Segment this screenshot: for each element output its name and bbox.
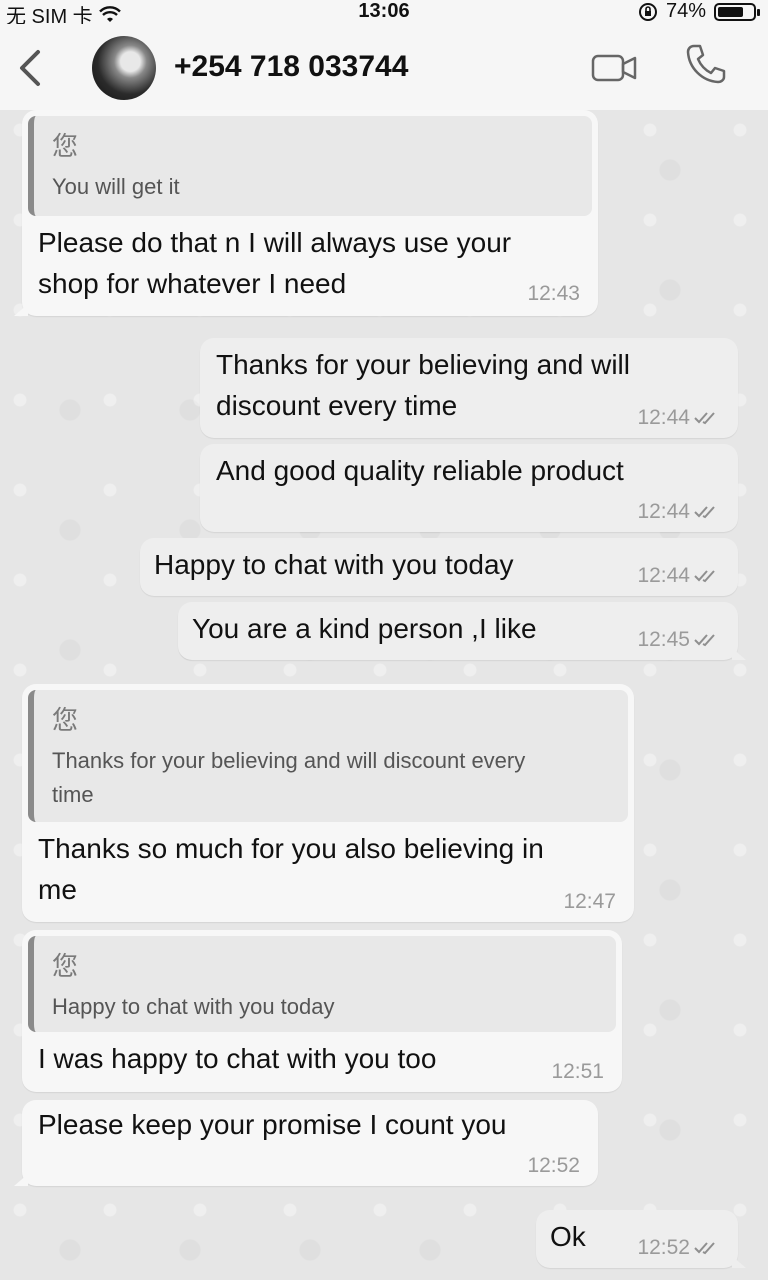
message-line: I was happy to chat with you too — [38, 1043, 437, 1074]
double-check-icon — [694, 570, 715, 583]
message-line: Please keep your promise I count you — [38, 1109, 507, 1140]
chat-header: +254 718 033744 — [0, 24, 768, 111]
message-line: Happy to chat with you today — [154, 549, 514, 580]
quote-sender: 您 — [52, 131, 79, 161]
message-text: I was happy to chat with you too — [38, 1038, 436, 1079]
incoming-message[interactable]: 您 You will get it Please do that n I wil… — [14, 110, 598, 316]
message-line: You are a kind person ,I like — [192, 613, 537, 644]
quoted-message[interactable]: 您 You will get it — [28, 116, 592, 216]
quote-text: You will get it — [52, 174, 180, 199]
quote-line: Thanks for your believing and will disco… — [52, 748, 526, 773]
message-text: Ok — [550, 1216, 586, 1257]
message-meta: 12:47 — [563, 890, 616, 914]
incoming-message[interactable]: Please keep your promise I count you 12:… — [14, 1100, 598, 1186]
outgoing-message[interactable]: Thanks for your believing and will disco… — [200, 338, 738, 438]
bubble-tail — [14, 304, 28, 316]
quoted-message[interactable]: 您 Thanks for your believing and will dis… — [28, 690, 628, 822]
message-time: 12:44 — [637, 500, 690, 523]
message-meta: 12:44 — [637, 406, 720, 430]
message-meta: 12:51 — [551, 1060, 604, 1084]
message-text: Please do that n I will always use your … — [38, 222, 511, 304]
message-time: 12:52 — [527, 1154, 580, 1177]
phone-icon[interactable] — [684, 42, 728, 86]
message-line: Ok — [550, 1221, 586, 1252]
quoted-message[interactable]: 您 Happy to chat with you today — [28, 936, 616, 1032]
battery-level — [718, 6, 743, 17]
message-time: 12:52 — [637, 1236, 690, 1259]
message-time: 12:51 — [551, 1060, 604, 1083]
contact-name[interactable]: +254 718 033744 — [174, 50, 408, 84]
message-text: And good quality reliable product — [216, 450, 624, 491]
message-meta: 12:52 — [637, 1236, 720, 1260]
quote-text: Happy to chat with you today — [52, 994, 335, 1019]
message-text: You are a kind person ,I like — [192, 608, 537, 649]
message-time: 12:45 — [637, 628, 690, 651]
bubble-tail — [732, 648, 746, 660]
avatar[interactable] — [92, 36, 156, 100]
chat-area[interactable]: 您 You will get it Please do that n I wil… — [0, 110, 768, 1280]
status-bar: 无 SIM 卡 13:06 74% — [0, 0, 768, 28]
bubble-tail — [732, 1256, 746, 1268]
message-meta: 12:43 — [527, 282, 580, 306]
status-right: 74% — [638, 0, 760, 23]
message-meta: 12:44 — [637, 500, 720, 524]
quote-sender: 您 — [52, 705, 79, 735]
message-text: Thanks so much for you also believing in… — [38, 828, 544, 910]
double-check-icon — [694, 506, 715, 519]
outgoing-message[interactable]: You are a kind person ,I like 12:45 — [178, 602, 746, 660]
message-meta: 12:52 — [527, 1154, 580, 1178]
double-check-icon — [694, 1242, 715, 1255]
outgoing-message[interactable]: Happy to chat with you today 12:44 — [140, 538, 738, 596]
message-text: Thanks for your believing and will disco… — [216, 344, 630, 426]
message-time: 12:44 — [637, 406, 690, 429]
double-check-icon — [694, 634, 715, 647]
message-line: Thanks so much for you also believing in — [38, 833, 544, 864]
chevron-left-icon[interactable] — [10, 46, 50, 90]
quote-sender: 您 — [52, 951, 79, 981]
message-text: Happy to chat with you today — [154, 544, 514, 585]
incoming-message[interactable]: 您 Happy to chat with you today I was hap… — [22, 930, 622, 1092]
double-check-icon — [694, 412, 715, 425]
message-line: Thanks for your believing and will — [216, 349, 630, 380]
battery-icon — [714, 2, 760, 21]
message-time: 12:43 — [527, 282, 580, 305]
orientation-lock-icon — [638, 2, 657, 21]
message-line: discount every time — [216, 390, 458, 421]
message-time: 12:44 — [637, 564, 690, 587]
video-camera-icon[interactable] — [590, 50, 638, 86]
outgoing-message[interactable]: And good quality reliable product 12:44 — [200, 444, 738, 532]
outgoing-message[interactable]: Ok 12:52 — [536, 1210, 746, 1268]
message-line: shop for whatever I need — [38, 268, 347, 299]
message-line: me — [38, 874, 77, 905]
battery-percent: 74% — [665, 0, 706, 22]
message-line: And good quality reliable product — [216, 455, 624, 486]
message-line: Please do that n I will always use your — [38, 227, 512, 258]
message-text: Please keep your promise I count you — [38, 1104, 506, 1145]
message-meta: 12:45 — [637, 628, 720, 652]
message-time: 12:47 — [563, 890, 616, 913]
message-meta: 12:44 — [637, 564, 720, 588]
incoming-message[interactable]: 您 Thanks for your believing and will dis… — [22, 684, 634, 922]
quote-line: time — [52, 782, 94, 807]
bubble-tail — [14, 1174, 28, 1186]
quote-text: Thanks for your believing and will disco… — [52, 744, 525, 812]
